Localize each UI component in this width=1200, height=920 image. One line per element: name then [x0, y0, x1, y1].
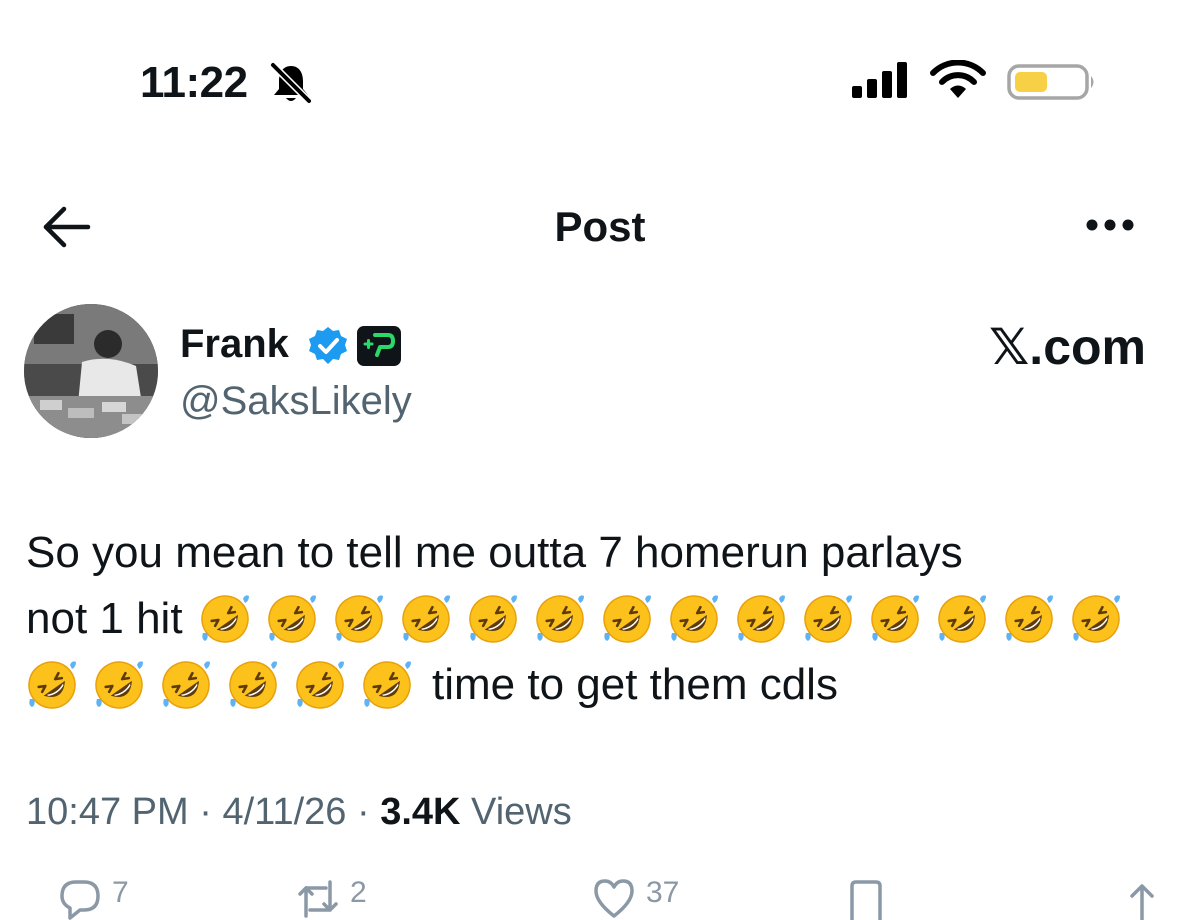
laughing-emoji-icon [1070, 593, 1122, 645]
post-meta: 10:47 PM · 4/11/26 · 3.4K Views [26, 788, 572, 836]
laughing-emoji-icon [802, 593, 854, 645]
avatar[interactable] [24, 304, 158, 438]
laughing-emoji-icon [869, 593, 921, 645]
signal-icon [850, 60, 914, 100]
laughing-emoji-icon [160, 659, 212, 711]
bookmark-button[interactable] [844, 876, 888, 920]
post-time[interactable]: 10:47 PM [26, 791, 189, 833]
views-label[interactable]: Views [471, 791, 572, 833]
laughing-emoji-icon [534, 593, 586, 645]
battery-icon [1006, 62, 1098, 102]
status-time: 11:22 [140, 58, 248, 107]
reply-count: 7 [112, 876, 129, 909]
post-line-2: not 1 hit [26, 586, 1176, 652]
repost-icon [298, 880, 338, 918]
laughing-emoji-icon [400, 593, 452, 645]
repost-count: 2 [350, 876, 367, 909]
share-button[interactable] [1120, 876, 1164, 920]
laughing-emoji-icon [361, 659, 413, 711]
laughing-emoji-icon [936, 593, 988, 645]
repost-button[interactable]: 2 [296, 876, 367, 920]
action-bar: 7 2 37 [0, 876, 1200, 920]
laughing-emoji-icon [294, 659, 346, 711]
like-button[interactable]: 37 [592, 876, 679, 920]
laughing-emoji-icon [199, 593, 251, 645]
views-count[interactable]: 3.4K [380, 791, 460, 833]
laughing-emoji-icon [266, 593, 318, 645]
bookmark-icon [850, 880, 882, 920]
verified-badge-icon[interactable] [308, 326, 348, 366]
reply-button[interactable]: 7 [58, 876, 129, 920]
post-line-1: So you mean to tell me outta 7 homerun p… [26, 528, 963, 577]
post-line-2-text: not 1 hit [26, 594, 183, 643]
laughing-emoji-icon [227, 659, 279, 711]
author-display-name[interactable]: Frank [180, 320, 289, 368]
affiliate-badge-icon[interactable] [356, 325, 402, 367]
laughing-emoji-icon [668, 593, 720, 645]
post-line-3: time to get them cdls [26, 652, 1176, 718]
bell-muted-icon [268, 62, 314, 104]
post-line-3-text: time to get them cdls [432, 660, 838, 709]
post-date[interactable]: 4/11/26 [222, 791, 346, 833]
share-icon [1130, 884, 1154, 920]
like-count: 37 [646, 876, 680, 909]
meta-separator: · [199, 791, 212, 833]
laughing-emoji-icon [601, 593, 653, 645]
watermark: 𝕏.com [989, 319, 1146, 375]
reply-icon [60, 880, 100, 920]
more-options-icon[interactable] [1080, 210, 1140, 240]
laughing-emoji-icon [467, 593, 519, 645]
laughing-emoji-icon [26, 659, 78, 711]
laughing-emoji-icon [93, 659, 145, 711]
meta-separator: · [356, 791, 370, 833]
laughing-emoji-icon [1003, 593, 1055, 645]
author-handle[interactable]: @SaksLikely [180, 377, 412, 425]
laughing-emoji-icon [333, 593, 385, 645]
post-text: So you mean to tell me outta 7 homerun p… [26, 520, 1176, 718]
laughing-emoji-icon [735, 593, 787, 645]
page-title: Post [554, 203, 646, 250]
heart-icon [594, 879, 634, 918]
wifi-icon [928, 59, 988, 100]
